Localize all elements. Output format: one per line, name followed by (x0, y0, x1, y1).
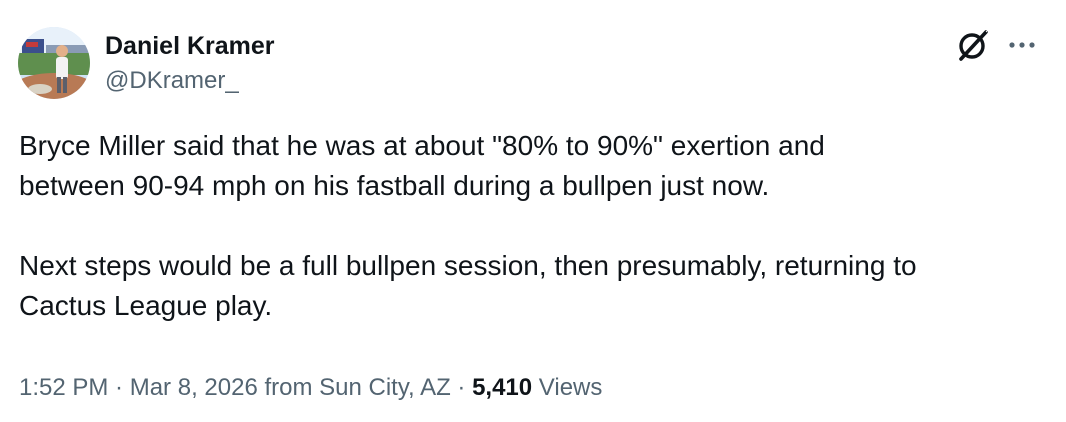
views-label: Views (532, 374, 603, 401)
avatar[interactable] (18, 27, 90, 99)
meta-separator: · (108, 374, 130, 401)
tweet-time[interactable]: 1:52 PM (19, 374, 108, 401)
tweet-paragraph-2-line-2: Cactus League play. (19, 290, 273, 321)
meta-separator: · (450, 374, 473, 401)
author-handle[interactable]: @DKramer_ (105, 66, 239, 96)
avatar-photo (18, 27, 90, 99)
grok-icon[interactable] (956, 28, 990, 62)
tweet-metadata: 1:52 PM · Mar 8, 2026 from Sun City, AZ … (19, 372, 602, 404)
tweet-paragraph-2-line-1: Next steps would be a full bullpen sessi… (19, 250, 917, 281)
tweet-paragraph-1-line-1: Bryce Miller said that he was at about "… (19, 130, 825, 161)
tweet-card: Daniel Kramer @DKramer_ Bryce Miller sai… (0, 0, 1066, 422)
tweet-paragraph-1-line-2: between 90-94 mph on his fastball during… (19, 170, 770, 201)
tweet-text: Bryce Miller said that he was at about "… (19, 126, 1049, 326)
tweet-date[interactable]: Mar 8, 2026 (130, 374, 258, 401)
views-count[interactable]: 5,410 (472, 374, 532, 401)
tweet-location: from Sun City, AZ (257, 374, 451, 401)
more-options-icon[interactable] (1004, 30, 1040, 60)
author-display-name[interactable]: Daniel Kramer (105, 31, 275, 61)
